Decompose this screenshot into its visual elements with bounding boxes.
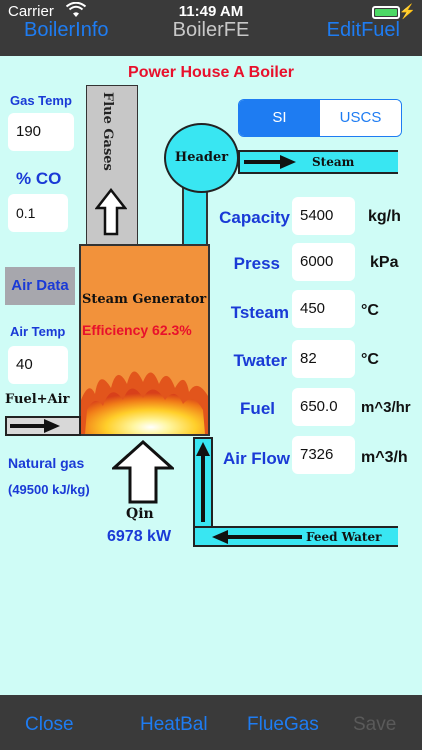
charging-bolt-icon: ⚡ — [398, 3, 416, 19]
left-arrow-icon — [212, 530, 302, 549]
pressure-unit: kPa — [370, 254, 399, 271]
bottom-toolbar: Close HeatBal FlueGas Save — [0, 695, 422, 750]
fuel-heating-value: (49500 kJ/kg) — [8, 482, 90, 497]
feed-water-label: Feed Water — [306, 530, 382, 544]
capacity-input[interactable]: 5400 — [292, 197, 355, 235]
status-time: 11:49 AM — [178, 3, 244, 20]
fuel-name: Natural gas — [8, 455, 85, 471]
twater-label: Twater — [233, 351, 287, 370]
save-button[interactable]: Save — [353, 714, 396, 736]
gas-temp-label: Gas Temp — [10, 93, 72, 108]
air-flow-input[interactable]: 7326 — [292, 436, 355, 474]
co-input[interactable]: 0.1 — [8, 194, 68, 232]
up-arrow-icon — [110, 439, 176, 509]
air-temp-input[interactable]: 40 — [8, 346, 68, 384]
close-button[interactable]: Close — [25, 714, 74, 736]
gas-temp-input[interactable]: 190 — [8, 113, 74, 151]
twater-input[interactable]: 82 — [292, 340, 355, 378]
navigation-bar: Carrier 11:49 AM ⚡ BoilerInfo BoilerFE E… — [0, 0, 422, 56]
fuel-input[interactable]: 650.0 — [292, 388, 355, 426]
pressure-label: Press — [233, 254, 280, 273]
flue-gases-label: Flue Gases — [100, 92, 115, 171]
battery-icon — [372, 6, 400, 19]
steam-generator-label: Steam Generator — [82, 292, 207, 307]
fuel-label: Fuel — [240, 399, 275, 418]
tsteam-label: Tsteam — [230, 303, 289, 322]
qin-value: 6978 kW — [107, 528, 172, 545]
right-arrow-icon — [244, 155, 296, 174]
header-label: Header — [174, 150, 229, 165]
heatbal-button[interactable]: HeatBal — [140, 714, 208, 736]
air-flow-label: Air Flow — [222, 449, 290, 468]
air-temp-label: Air Temp — [10, 324, 66, 339]
up-arrow-icon — [94, 187, 128, 241]
air-data-button[interactable]: Air Data — [5, 267, 75, 305]
qin-label: Qin — [126, 506, 154, 522]
tsteam-input[interactable]: 450 — [292, 290, 355, 328]
capacity-label: Capacity — [219, 208, 290, 227]
efficiency-label: Efficiency 62.3% — [82, 322, 192, 338]
fluegas-button[interactable]: FlueGas — [247, 714, 319, 736]
editfuel-button[interactable]: EditFuel — [327, 19, 400, 42]
diagram-title: Power House A Boiler — [128, 64, 294, 81]
header-drum: Header — [164, 123, 239, 193]
twater-unit: °C — [361, 351, 379, 368]
fuel-unit: m^3/hr — [361, 399, 411, 416]
right-arrow-icon — [10, 419, 60, 438]
uscs-segment[interactable]: USCS — [320, 100, 401, 136]
tsteam-unit: °C — [361, 302, 379, 319]
pressure-input[interactable]: 6000 — [292, 243, 355, 281]
unit-system-toggle[interactable]: SI USCS — [238, 99, 402, 137]
capacity-unit: kg/h — [368, 208, 401, 225]
air-flow-unit: m^3/h — [361, 449, 408, 466]
fuel-air-label: Fuel+Air — [5, 392, 70, 407]
si-segment[interactable]: SI — [239, 100, 320, 136]
steam-label: Steam — [312, 155, 355, 169]
co-label: % CO — [16, 169, 62, 188]
